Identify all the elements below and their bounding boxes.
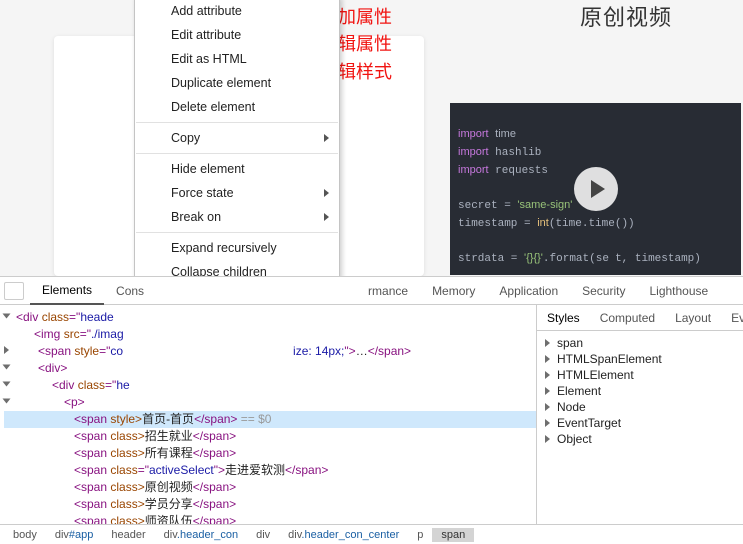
tab-lighthouse[interactable]: Lighthouse [637, 277, 720, 305]
triangle-icon [4, 346, 9, 354]
tree-row[interactable]: <span class>原创视频</span> [4, 479, 536, 496]
triangle-icon [545, 419, 550, 427]
menu-edit-as-html[interactable]: Edit as HTML [135, 47, 339, 71]
tab-elements[interactable]: Elements [30, 277, 104, 305]
menu-separator [136, 153, 338, 154]
proto-item[interactable]: EventTarget [541, 415, 739, 431]
tree-row[interactable]: <span class>师资队伍</span> [4, 513, 536, 524]
tree-row-selected[interactable]: <span style>首页-首页</span> == $0 [4, 411, 536, 428]
video-section-title: 原创视频 [580, 0, 672, 32]
crumb-div[interactable]: div [247, 528, 279, 542]
menu-separator [136, 122, 338, 123]
tree-row[interactable]: <div> [4, 360, 536, 377]
menu-separator [136, 232, 338, 233]
crumb-header-con-center[interactable]: div.header_con_center [279, 528, 408, 542]
chevron-right-icon [324, 134, 329, 142]
elements-tree[interactable]: <div class="heade <img src="./imag <span… [0, 305, 537, 524]
menu-break-on-label: Break on [171, 210, 221, 224]
tree-row[interactable]: <span style="coize: 14px;">…</span> [4, 343, 536, 360]
tab-application[interactable]: Application [487, 277, 570, 305]
tree-row[interactable]: <span class>学员分享</span> [4, 496, 536, 513]
breadcrumb: body div#app header div.header_con div d… [0, 524, 743, 544]
video-code-preview[interactable]: import time import hashlib import reques… [450, 103, 741, 275]
menu-edit-attribute[interactable]: Edit attribute [135, 23, 339, 47]
tree-row[interactable]: <span class="activeSelect">走进爱软测</span> [4, 462, 536, 479]
tree-row[interactable]: <img src="./imag [4, 326, 536, 343]
menu-break-on[interactable]: Break on [135, 205, 339, 229]
triangle-icon [545, 435, 550, 443]
menu-force-state-label: Force state [171, 186, 234, 200]
menu-delete-element[interactable]: Delete element [135, 95, 339, 119]
triangle-icon [545, 403, 550, 411]
tab-memory[interactable]: Memory [420, 277, 487, 305]
crumb-body[interactable]: body [4, 528, 46, 542]
sidebar-tab-styles[interactable]: Styles [537, 305, 590, 331]
proto-item[interactable]: Element [541, 383, 739, 399]
menu-expand-recursively[interactable]: Expand recursively [135, 236, 339, 260]
menu-duplicate-element[interactable]: Duplicate element [135, 71, 339, 95]
crumb-p[interactable]: p [408, 528, 432, 542]
chevron-right-icon [324, 189, 329, 197]
crumb-span[interactable]: span [432, 528, 474, 542]
tab-performance[interactable]: rmance [356, 277, 420, 305]
devtools-panel: Elements Cons rmance Memory Application … [0, 276, 743, 544]
tree-row[interactable]: <p> [4, 394, 536, 411]
proto-item[interactable]: Node [541, 399, 739, 415]
prototype-chain-list: span HTMLSpanElement HTMLElement Element… [537, 331, 743, 451]
triangle-icon [3, 314, 11, 319]
tree-row[interactable]: <span class>所有课程</span> [4, 445, 536, 462]
tab-console[interactable]: Cons [104, 277, 156, 305]
crumb-app[interactable]: div#app [46, 528, 103, 542]
triangle-icon [545, 371, 550, 379]
devtools-tabs: Elements Cons rmance Memory Application … [0, 277, 743, 305]
sidebar-tab-events[interactable]: Eve [721, 305, 743, 331]
triangle-icon [3, 365, 11, 370]
tab-security[interactable]: Security [570, 277, 637, 305]
sidebar-tabs: Styles Computed Layout Eve [537, 305, 743, 331]
proto-item[interactable]: span [541, 335, 739, 351]
proto-item[interactable]: HTMLElement [541, 367, 739, 383]
chevron-right-icon [324, 213, 329, 221]
triangle-icon [545, 339, 550, 347]
triangle-icon [3, 399, 11, 404]
tree-row[interactable]: <span class>招生就业</span> [4, 428, 536, 445]
proto-item[interactable]: HTMLSpanElement [541, 351, 739, 367]
triangle-icon [545, 387, 550, 395]
menu-force-state[interactable]: Force state [135, 181, 339, 205]
menu-add-attribute[interactable]: Add attribute [135, 0, 339, 23]
menu-copy[interactable]: Copy [135, 126, 339, 150]
triangle-icon [545, 355, 550, 363]
menu-hide-element[interactable]: Hide element [135, 157, 339, 181]
triangle-icon [3, 382, 11, 387]
inspect-icon[interactable] [4, 282, 24, 300]
sidebar-tab-computed[interactable]: Computed [590, 305, 665, 331]
video-play-button[interactable] [574, 167, 618, 211]
tree-row[interactable]: <div class="he [4, 377, 536, 394]
crumb-header[interactable]: header [102, 528, 154, 542]
proto-item[interactable]: Object [541, 431, 739, 447]
crumb-header-con[interactable]: div.header_con [155, 528, 247, 542]
devtools-body: <div class="heade <img src="./imag <span… [0, 305, 743, 524]
tree-row[interactable]: <div class="heade [4, 309, 536, 326]
sidebar-tab-layout[interactable]: Layout [665, 305, 721, 331]
styles-sidebar: Styles Computed Layout Eve span HTMLSpan… [537, 305, 743, 524]
menu-copy-label: Copy [171, 131, 200, 145]
